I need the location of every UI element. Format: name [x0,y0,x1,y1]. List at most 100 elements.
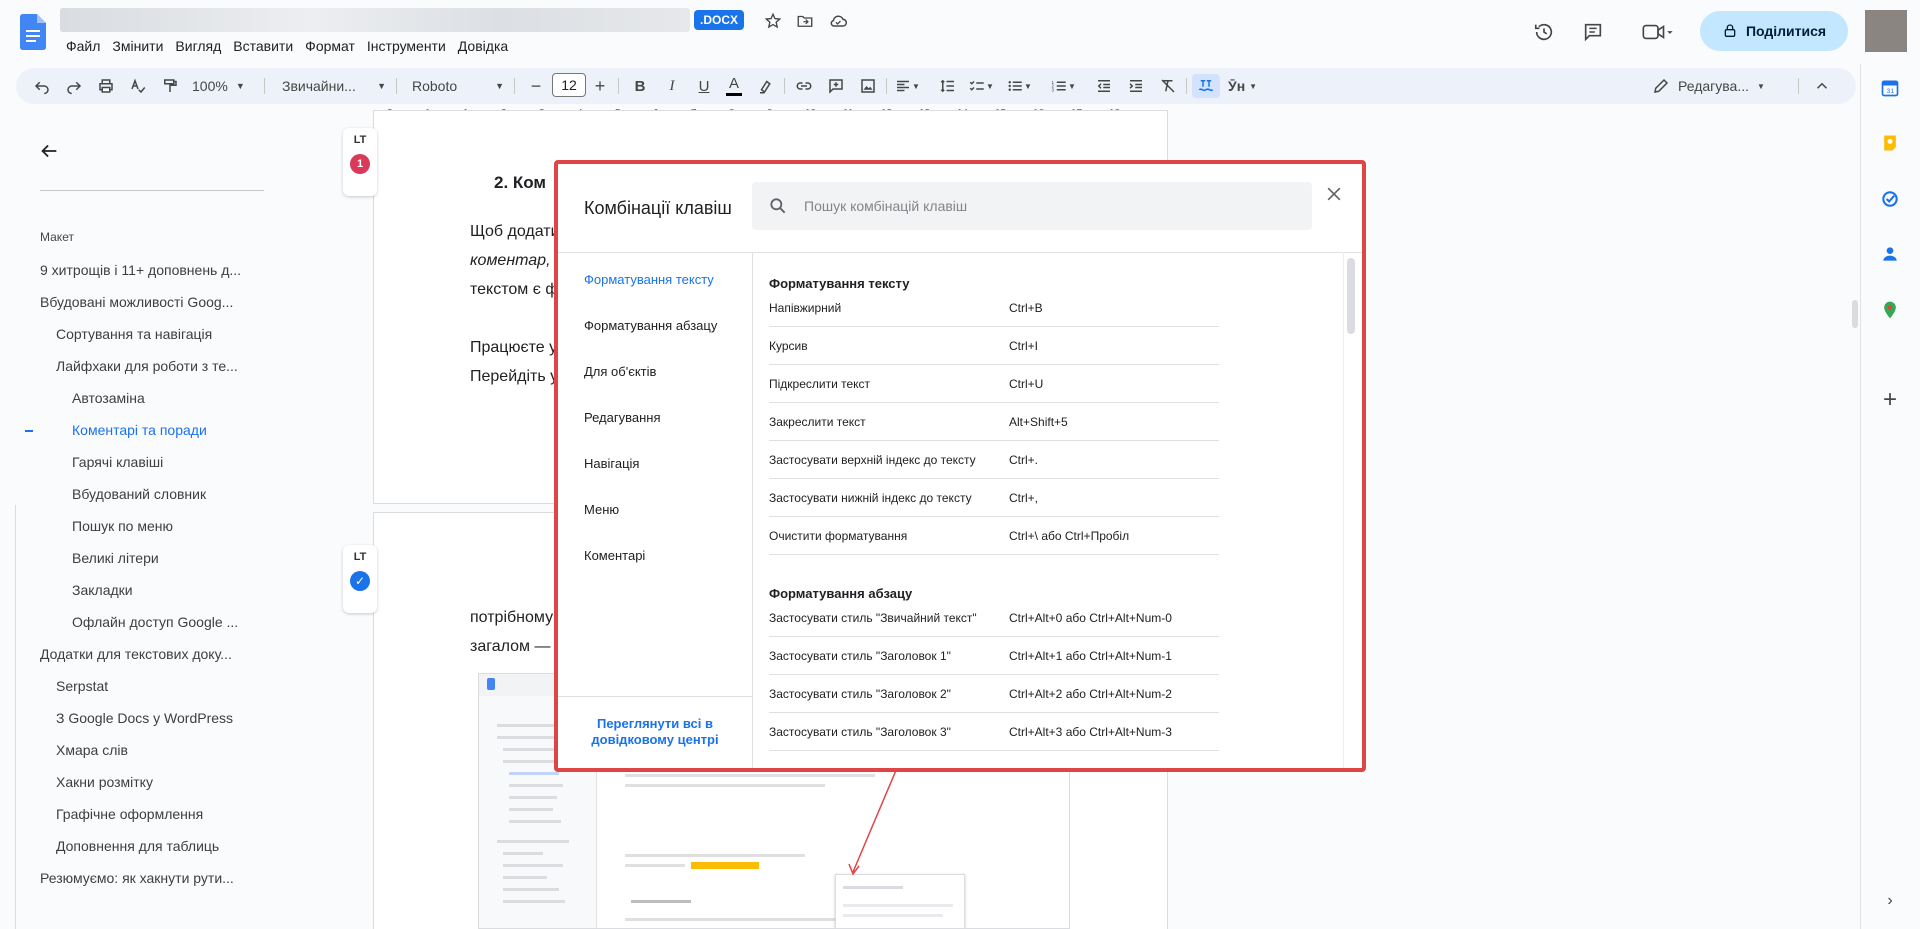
meet-icon[interactable] [1634,16,1682,48]
outline-item[interactable]: Вбудований словник [72,486,206,502]
menu-tools[interactable]: Інструменти [361,36,452,56]
add-addon-icon[interactable]: + [1879,386,1901,413]
numbered-list-icon[interactable]: 1 2 3 ▼ [1050,74,1084,98]
text-color-icon[interactable]: A [722,74,746,98]
outline-item[interactable]: Додатки для текстових доку... [40,646,232,662]
link-icon[interactable] [792,74,816,98]
italic-icon[interactable]: I [660,74,684,98]
avatar[interactable] [1865,10,1907,52]
clear-formatting-icon[interactable] [1156,74,1180,98]
add-comment-icon[interactable] [824,74,848,98]
outline-item[interactable]: З Google Docs у WordPress [56,710,233,726]
view-all-help-link[interactable]: Переглянути всі в довідковому центрі [558,716,752,748]
underline-icon[interactable]: U [692,74,716,98]
bold-icon[interactable]: B [628,74,652,98]
chevron-right-icon[interactable]: › [1879,890,1901,912]
collapse-menus-icon[interactable] [1810,74,1834,98]
languagetool-icon[interactable] [1192,74,1220,98]
outline-item[interactable]: 9 хитрощів і 11+ доповнень д... [40,262,241,278]
shortcut-row: Підкреслити текст Ctrl+U [769,365,1219,403]
doc-text-line: текстом є ф [470,281,559,298]
version-history-icon[interactable] [1528,16,1560,48]
keyboard-shortcuts-dialog: Комбінації клавіш Форматування тексту Фо… [558,164,1362,768]
menu-file[interactable]: Файл [60,36,106,56]
align-icon[interactable]: ▼ [894,74,928,98]
decrease-font-size-icon[interactable]: − [526,74,546,98]
outline-item[interactable]: Резюмуємо: як хакнути рути... [40,870,234,886]
menu-format[interactable]: Формат [299,36,361,56]
keep-icon[interactable] [1879,132,1901,154]
tasks-icon[interactable] [1879,188,1901,210]
menu-edit[interactable]: Змінити [106,36,169,56]
zoom-select[interactable]: 100% ▼ [192,74,254,98]
nav-menus[interactable]: Меню [584,502,619,517]
input-tools-icon[interactable]: Ӯн ▼ [1228,74,1268,98]
shortcut-keys: Ctrl+Alt+0 або Ctrl+Alt+Num-0 [1009,611,1172,625]
comments-icon[interactable] [1577,16,1609,48]
outline-item[interactable]: Хакни розмітку [56,774,153,790]
outline-item[interactable]: Сортування та навігація [56,326,212,342]
back-arrow-icon[interactable] [38,140,62,164]
shortcut-search-box[interactable] [752,182,1312,230]
shortcut-action: Застосувати стиль "Звичайний текст" [769,611,977,625]
outline-item[interactable]: Serpstat [56,678,108,694]
nav-comments[interactable]: Коментарі [584,548,645,563]
star-icon[interactable] [762,10,784,32]
highlight-icon[interactable] [754,74,778,98]
nav-paragraph-formatting[interactable]: Форматування абзацу [584,318,717,333]
style-select[interactable]: Звичайни... ▼ [282,74,386,98]
outline-item[interactable]: Офлайн доступ Google ... [72,614,238,630]
nav-text-formatting[interactable]: Форматування тексту [584,272,714,287]
languagetool-badge[interactable]: LT ✓ [343,545,377,613]
line-spacing-icon[interactable] [936,74,960,98]
paint-format-icon[interactable] [158,74,182,98]
outline-item[interactable]: Доповнення для таблиць [56,838,219,854]
increase-font-size-icon[interactable]: + [590,74,610,98]
doc-text-line: потрібному [470,609,554,626]
outline-item[interactable]: Гарячі клавіші [72,454,163,470]
share-button[interactable]: Поділитися [1700,11,1848,51]
outline-item[interactable]: Закладки [72,582,133,598]
calendar-icon[interactable]: 31 [1879,77,1901,99]
font-size-input[interactable]: 12 [552,73,586,97]
menu-insert[interactable]: Вставити [227,36,299,56]
nav-navigation[interactable]: Навігація [584,456,639,471]
contacts-icon[interactable] [1879,243,1901,265]
menu-help[interactable]: Довідка [452,36,514,56]
languagetool-badge[interactable]: LT 1 [343,128,377,196]
scrollbar-thumb[interactable] [1852,300,1858,328]
menu-view[interactable]: Вигляд [169,36,227,56]
redo-icon[interactable] [62,74,86,98]
outline-item[interactable]: Лайфхаки для роботи з те... [56,358,238,374]
font-select[interactable]: Roboto ▼ [412,74,504,98]
outline-item[interactable]: Хмара слів [56,742,128,758]
undo-icon[interactable] [30,74,54,98]
bulleted-list-icon[interactable]: ▼ [1006,74,1040,98]
help-link-line: довідковому центрі [591,732,719,747]
move-folder-icon[interactable] [794,10,816,32]
outline-item[interactable]: Великі літери [72,550,159,566]
nav-editing[interactable]: Редагування [584,410,661,425]
document-title-blurred[interactable] [60,8,690,32]
outline-item[interactable]: Графічне оформлення [56,806,203,822]
increase-indent-icon[interactable] [1124,74,1148,98]
editing-mode-select[interactable]: Редагува... ▼ [1652,74,1770,98]
shortcut-keys: Ctrl+B [1009,301,1043,315]
insert-image-icon[interactable] [856,74,880,98]
outline-item[interactable]: Пошук по меню [72,518,173,534]
shortcut-keys: Ctrl+. [1009,453,1039,467]
dialog-scrollbar-thumb[interactable] [1347,258,1355,334]
close-icon[interactable] [1322,182,1346,206]
cloud-saved-icon[interactable] [827,10,849,32]
nav-objects[interactable]: Для об'єктів [584,364,656,379]
outline-item[interactable]: Коментарі та поради [72,422,207,438]
spellcheck-icon[interactable] [126,74,150,98]
outline-item[interactable]: Вбудовані можливості Goog... [40,294,233,310]
maps-icon[interactable] [1879,299,1901,321]
shortcut-search-input[interactable] [804,182,1294,230]
checklist-icon[interactable]: ▼ [968,74,1002,98]
decrease-indent-icon[interactable] [1092,74,1116,98]
outline-item[interactable]: Автозаміна [72,390,145,406]
print-icon[interactable] [94,74,118,98]
docs-logo-icon[interactable] [20,14,46,50]
